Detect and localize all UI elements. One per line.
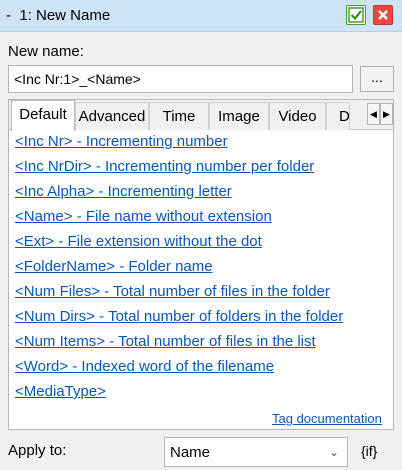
apply-to-value: Name (170, 444, 211, 461)
tag-link-ext[interactable]: <Ext> - File extension without the dot (15, 233, 262, 250)
tag-link-num-files[interactable]: <Num Files> - Total number of files in t… (15, 283, 330, 300)
apply-to-select[interactable]: Name ⌄ (164, 437, 348, 467)
tag-link-inc-alpha[interactable]: <Inc Alpha> - Incrementing letter (15, 183, 232, 200)
tag-link-num-dirs[interactable]: <Num Dirs> - Total number of folders in … (15, 308, 343, 325)
checkmark-icon (348, 7, 364, 23)
tab-default[interactable]: Default (11, 100, 75, 131)
tab-scroll-arrows: ◀ ▶ (367, 103, 393, 125)
tag-link-word[interactable]: <Word> - Indexed word of the filename (15, 358, 274, 375)
new-name-label: New name: (8, 43, 84, 60)
browse-button[interactable]: ... (360, 66, 394, 92)
tab-d[interactable]: D (326, 102, 350, 130)
window-title: - 1: New Name (6, 7, 111, 24)
tag-link-name[interactable]: <Name> - File name without extension (15, 208, 272, 225)
tab-image[interactable]: Image (209, 102, 269, 130)
scroll-right-icon[interactable]: ▶ (380, 103, 393, 125)
tab-advanced[interactable]: Advanced (75, 102, 149, 130)
tag-link-num-items[interactable]: <Num Items> - Total number of files in t… (15, 333, 316, 350)
chevron-down-icon: ⌄ (328, 445, 339, 459)
apply-to-label: Apply to: (8, 442, 67, 459)
confirm-button[interactable] (346, 5, 366, 25)
close-button[interactable] (373, 5, 393, 25)
tag-documentation-link[interactable]: Tag documentation (272, 411, 382, 426)
tag-link-inc-nrdir[interactable]: <Inc NrDir> - Incrementing number per fo… (15, 158, 314, 175)
new-name-input[interactable]: <Inc Nr:1>_<Name> (8, 65, 353, 93)
tag-link-mediatype[interactable]: <MediaType> (15, 383, 106, 400)
tag-link-inc-nr[interactable]: <Inc Nr> - Incrementing number (15, 133, 228, 150)
tag-link-foldername[interactable]: <FolderName> - Folder name (15, 258, 213, 275)
tab-video[interactable]: Video (269, 102, 326, 130)
tab-time[interactable]: Time (149, 102, 209, 130)
if-indicator[interactable]: {if} (361, 443, 377, 459)
close-icon (378, 10, 388, 20)
scroll-left-icon[interactable]: ◀ (367, 103, 380, 125)
